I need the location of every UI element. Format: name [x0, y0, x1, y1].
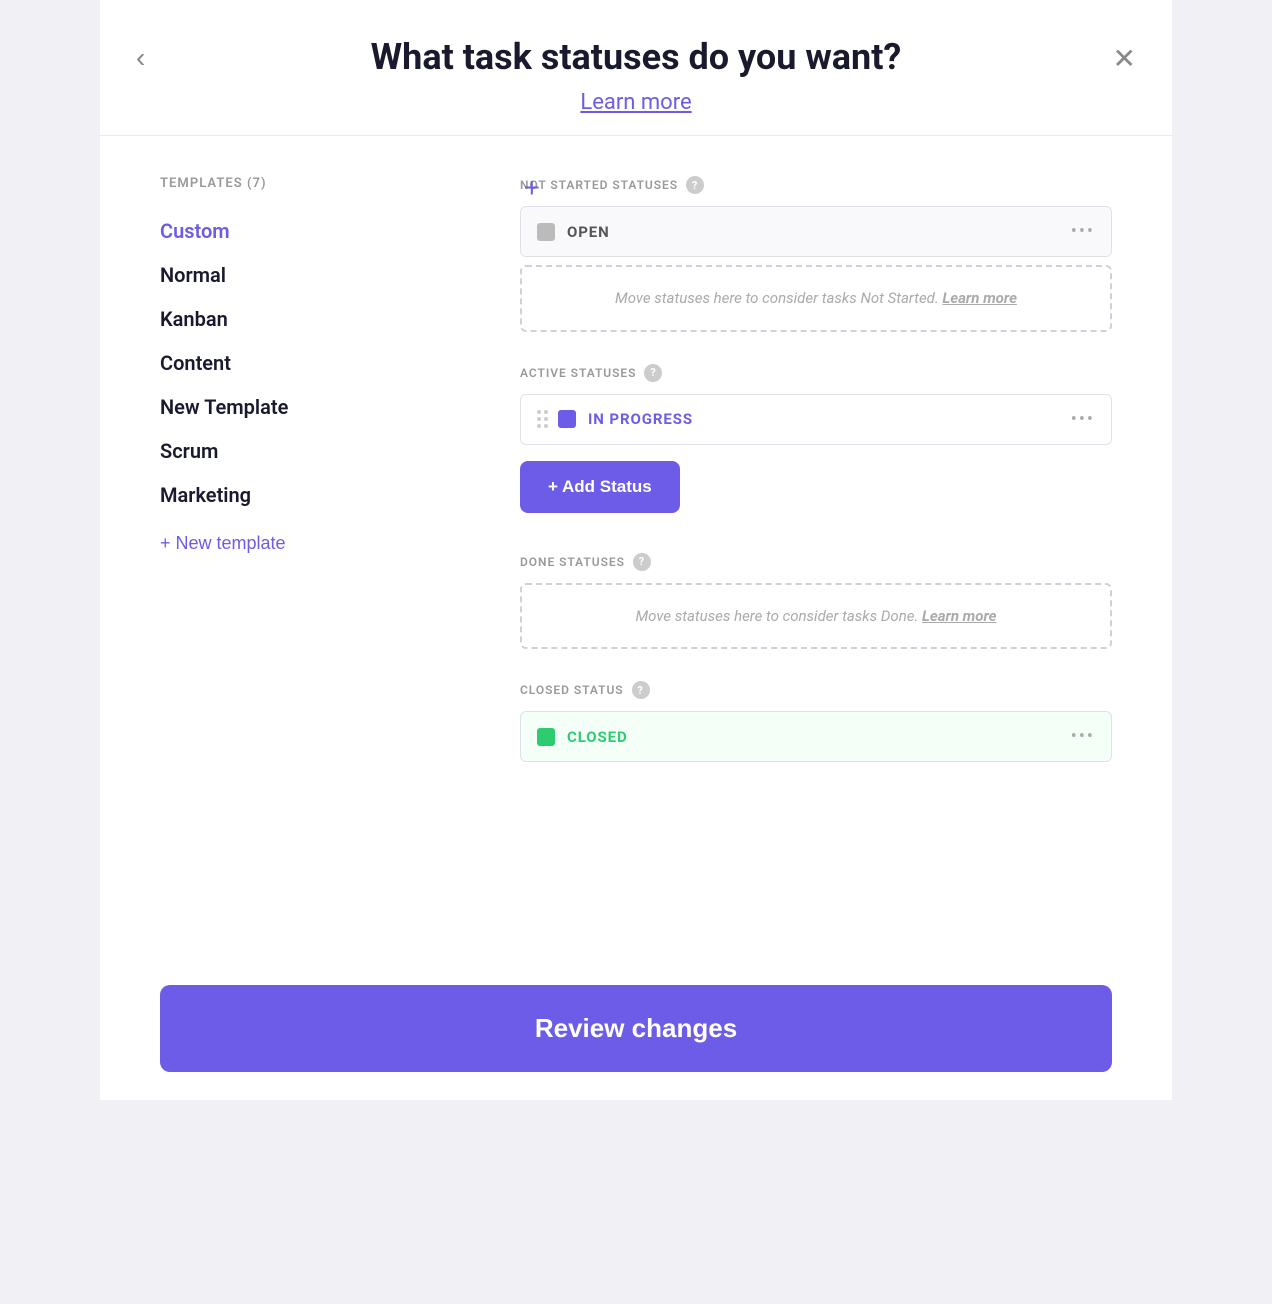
sidebar-item-new-template[interactable]: New Template	[160, 385, 480, 429]
closed-color-dot	[537, 728, 555, 746]
templates-panel: TEMPLATES (7) Custom Normal Kanban Conte…	[160, 176, 480, 917]
open-color-dot	[537, 223, 555, 241]
closed-status-name: CLOSED	[567, 728, 1071, 746]
sidebar-item-marketing[interactable]: Marketing	[160, 473, 480, 517]
close-button[interactable]: ✕	[1113, 42, 1136, 75]
modal-header: ‹ What task statuses do you want? Learn …	[100, 0, 1172, 136]
active-label: ACTIVE STATUSES ?	[520, 364, 1112, 382]
modal-container: ‹ What task statuses do you want? Learn …	[100, 0, 1172, 1100]
sidebar-item-custom[interactable]: Custom	[160, 209, 480, 253]
open-status-more-button[interactable]: •••	[1071, 221, 1095, 242]
done-section: DONE STATUSES ? Move statuses here to co…	[520, 553, 1112, 650]
active-section: ACTIVE STATUSES ? IN PROGRESS ••• + Add …	[520, 364, 1112, 521]
learn-more-link[interactable]: Learn more	[580, 90, 691, 115]
closed-section: CLOSED STATUS ? CLOSED •••	[520, 681, 1112, 762]
template-list: Custom Normal Kanban Content New Templat…	[160, 209, 480, 517]
not-started-section: NOT STARTED STATUSES ? OPEN ••• Move sta…	[520, 176, 1112, 332]
closed-label: CLOSED STATUS ?	[520, 681, 1112, 699]
done-placeholder: Move statuses here to consider tasks Don…	[520, 583, 1112, 650]
sidebar-item-normal[interactable]: Normal	[160, 253, 480, 297]
not-started-placeholder: Move statuses here to consider tasks Not…	[520, 265, 1112, 332]
templates-section-label: TEMPLATES (7)	[160, 176, 480, 191]
templates-header-row: TEMPLATES (7) Custom Normal Kanban Conte…	[160, 176, 480, 554]
active-help-icon[interactable]: ?	[644, 364, 662, 382]
status-row-closed: CLOSED •••	[520, 711, 1112, 762]
done-help-icon[interactable]: ?	[633, 553, 651, 571]
sidebar-item-content[interactable]: Content	[160, 341, 480, 385]
in-progress-color-dot	[558, 410, 576, 428]
statuses-panel: NOT STARTED STATUSES ? OPEN ••• Move sta…	[520, 176, 1112, 917]
done-learn-link[interactable]: Learn more	[922, 607, 997, 625]
review-changes-button[interactable]: Review changes	[160, 985, 1112, 1072]
page-title: What task statuses do you want?	[148, 36, 1124, 78]
open-status-name: OPEN	[567, 223, 1071, 241]
not-started-learn-link[interactable]: Learn more	[942, 289, 1017, 307]
main-content: TEMPLATES (7) Custom Normal Kanban Conte…	[100, 136, 1172, 957]
not-started-help-icon[interactable]: ?	[686, 176, 704, 194]
not-started-label: NOT STARTED STATUSES ?	[520, 176, 1112, 194]
done-label: DONE STATUSES ?	[520, 553, 1112, 571]
status-row-open: OPEN •••	[520, 206, 1112, 257]
new-template-button[interactable]: + New template	[160, 533, 286, 554]
status-row-in-progress: IN PROGRESS •••	[520, 394, 1112, 445]
drag-handle-in-progress[interactable]	[537, 410, 548, 428]
add-status-button[interactable]: + Add Status	[520, 461, 680, 513]
in-progress-status-more-button[interactable]: •••	[1071, 409, 1095, 430]
sidebar-item-kanban[interactable]: Kanban	[160, 297, 480, 341]
add-template-plus-button[interactable]: +	[524, 172, 540, 204]
in-progress-status-name: IN PROGRESS	[588, 410, 1071, 428]
closed-status-more-button[interactable]: •••	[1071, 726, 1095, 747]
sidebar-item-scrum[interactable]: Scrum	[160, 429, 480, 473]
back-button[interactable]: ‹	[136, 42, 145, 74]
modal-footer: Review changes	[100, 957, 1172, 1100]
closed-help-icon[interactable]: ?	[632, 681, 650, 699]
